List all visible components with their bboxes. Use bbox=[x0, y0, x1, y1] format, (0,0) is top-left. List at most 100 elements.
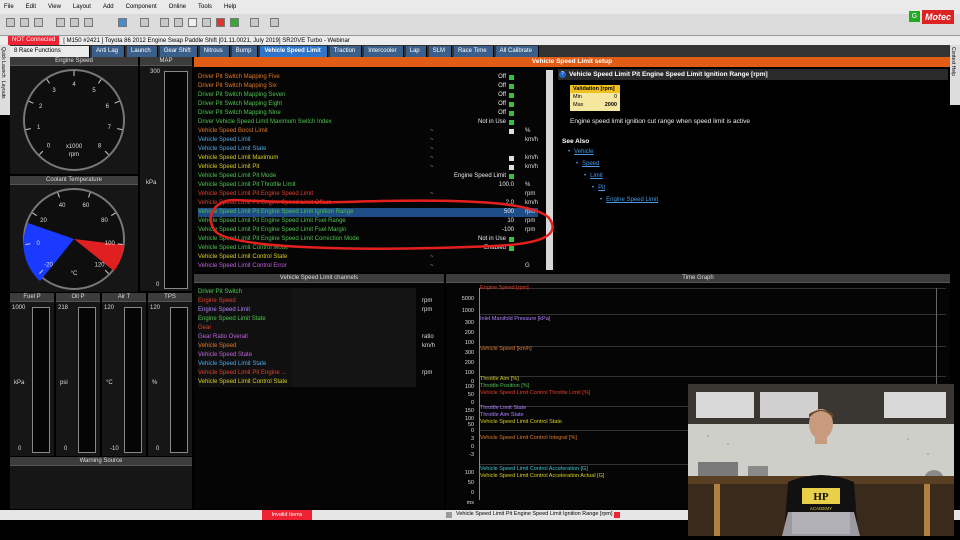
red-annotation-circle bbox=[209, 198, 554, 250]
channel-row[interactable]: Vehicle Speed State bbox=[196, 351, 440, 360]
context-help-tab[interactable]: Context Help bbox=[950, 45, 956, 76]
channel-name: Engine Speed Limit bbox=[198, 306, 292, 315]
status-selected: Vehicle Speed Limit Pit Engine Speed Lim… bbox=[456, 511, 613, 517]
time-graph-tick: 100 bbox=[464, 470, 474, 476]
tab-8-race-functions[interactable]: 8 Race Functions bbox=[10, 45, 90, 57]
time-graph-tick: ms bbox=[466, 500, 474, 506]
channel-name: Vehicle Speed Limit Pit Engine ... bbox=[198, 369, 292, 378]
see-also-link[interactable]: Vehicle bbox=[574, 149, 593, 155]
tab-lap[interactable]: Lap bbox=[405, 45, 427, 57]
settings-icon[interactable] bbox=[250, 18, 259, 27]
invalid-items-button[interactable]: Invalid Items bbox=[262, 510, 312, 520]
menu-component[interactable]: Component bbox=[126, 4, 157, 10]
channel-row[interactable]: Vehicle Speed Limit Control State bbox=[196, 378, 440, 387]
tab-launch[interactable]: Launch bbox=[127, 45, 158, 57]
menu-file[interactable]: File bbox=[4, 4, 14, 10]
see-also-link[interactable]: Speed bbox=[582, 161, 599, 167]
channel-row[interactable]: Gear bbox=[196, 324, 440, 333]
time-graph-channel-label: Engine Speed [rpm] bbox=[480, 285, 529, 291]
menu-layout[interactable]: Layout bbox=[73, 4, 91, 10]
channel-value-cell bbox=[292, 297, 416, 306]
open-icon[interactable] bbox=[20, 18, 29, 27]
status-item-icon bbox=[446, 512, 452, 518]
channel-row[interactable]: Gear Ratio Overall ratio bbox=[196, 333, 440, 342]
channel-unit: km/h bbox=[422, 343, 436, 349]
dial-tick-label: 100 bbox=[105, 241, 116, 247]
menu-help[interactable]: Help bbox=[224, 4, 236, 10]
bullet-icon: • bbox=[600, 197, 603, 203]
tab-anti-lag[interactable]: Anti Lag bbox=[92, 45, 126, 57]
help-icon[interactable] bbox=[270, 18, 279, 27]
bar-gauge-track bbox=[78, 307, 96, 453]
time-graph-channel-label: Vehicle Speed Limit Control Acceleration… bbox=[480, 473, 605, 479]
tab-slm[interactable]: SLM bbox=[428, 45, 452, 57]
help-description: Engine speed limit ignition cut range wh… bbox=[570, 118, 750, 125]
coolant-dial: -2002040 6080100120 °C bbox=[23, 188, 125, 290]
bullet-icon: • bbox=[576, 161, 579, 167]
quick-launch-tab[interactable]: Quick Launch bbox=[0, 45, 6, 79]
stop-icon[interactable] bbox=[216, 18, 225, 27]
dial-tick-mark bbox=[25, 243, 31, 245]
see-also-link[interactable]: Pit bbox=[598, 185, 605, 191]
map-unit: kPa bbox=[146, 180, 157, 186]
go-online-icon[interactable] bbox=[230, 18, 239, 27]
motec-logo: Motec bbox=[922, 10, 954, 24]
channel-row[interactable]: Engine Speed Limit rpm bbox=[196, 306, 440, 315]
menu-view[interactable]: View bbox=[48, 4, 61, 10]
tab-nitrous[interactable]: Nitrous bbox=[199, 45, 230, 57]
rpm-unit-top: x1000 bbox=[66, 144, 83, 150]
paste-icon[interactable] bbox=[84, 18, 93, 27]
redo-icon[interactable] bbox=[140, 18, 149, 27]
tab-intercooler[interactable]: Intercooler bbox=[364, 45, 404, 57]
channel-row[interactable]: Vehicle Speed km/h bbox=[196, 342, 440, 351]
bullet-icon: • bbox=[592, 185, 595, 191]
undo-icon[interactable] bbox=[118, 18, 127, 27]
menu-tools[interactable]: Tools bbox=[198, 4, 212, 10]
tab-gear-shift[interactable]: Gear Shift bbox=[159, 45, 198, 57]
shirt-subtext: ACADEMY bbox=[810, 506, 832, 511]
time-graph-channel-label: Vehicle Speed Limit Control Integral [%] bbox=[480, 435, 577, 441]
channel-row[interactable]: Engine Speed Limit State bbox=[196, 315, 440, 324]
cut-icon[interactable] bbox=[56, 18, 65, 27]
bar-gauge-top: 120 bbox=[104, 305, 115, 311]
see-also-item: • Engine Speed Limit bbox=[600, 197, 658, 203]
bar-gauge-bottom: -10 bbox=[110, 446, 119, 452]
time-graph-tick: 200 bbox=[464, 360, 474, 366]
map-title: MAP bbox=[140, 57, 192, 66]
time-graph-lane-divider bbox=[480, 314, 946, 315]
tab-bump[interactable]: Bump bbox=[231, 45, 259, 57]
tab-race-time[interactable]: Race Time bbox=[453, 45, 494, 57]
save-icon[interactable] bbox=[34, 18, 43, 27]
status-close-icon[interactable] bbox=[614, 512, 620, 518]
new-icon[interactable] bbox=[6, 18, 15, 27]
bar-gauge-track bbox=[124, 307, 142, 453]
see-also-link[interactable]: Engine Speed Limit bbox=[606, 197, 658, 203]
dial-tick-label: 40 bbox=[59, 203, 66, 209]
dial-tick-mark bbox=[117, 243, 123, 245]
find-icon[interactable] bbox=[188, 18, 197, 27]
channel-row[interactable]: Engine Speed rpm bbox=[196, 297, 440, 306]
min-value: 0 bbox=[613, 94, 617, 100]
calc-icon[interactable] bbox=[202, 18, 211, 27]
print-icon[interactable] bbox=[174, 18, 183, 27]
tab-vehicle-speed-limit[interactable]: Vehicle Speed Limit bbox=[260, 45, 328, 57]
bar-gauge-title: Oil P bbox=[56, 293, 100, 302]
copy-icon[interactable] bbox=[70, 18, 79, 27]
channel-row[interactable]: Driver Pit Switch bbox=[196, 288, 440, 297]
not-connected-badge[interactable]: NOT Connected bbox=[8, 36, 60, 45]
layouts-tab[interactable]: Layouts bbox=[0, 79, 6, 109]
channel-row[interactable]: Vehicle Speed Limit State bbox=[196, 360, 440, 369]
tab-traction[interactable]: Traction bbox=[329, 45, 363, 57]
compare-icon[interactable] bbox=[160, 18, 169, 27]
tab-all-calibrate[interactable]: All Calibrate bbox=[495, 45, 540, 57]
rpm-unit: rpm bbox=[69, 152, 79, 158]
menu-add[interactable]: Add bbox=[103, 4, 114, 10]
bar-gauge-title: TPS bbox=[148, 293, 192, 302]
see-also-link[interactable]: Limit bbox=[590, 173, 603, 179]
channel-row[interactable]: Vehicle Speed Limit Pit Engine ... rpm bbox=[196, 369, 440, 378]
time-graph-tick: 300 bbox=[464, 350, 474, 356]
menu-online[interactable]: Online bbox=[169, 4, 186, 10]
right-side-tabs: Context Help bbox=[950, 45, 960, 105]
left-side-tabs: Quick Launch Layouts bbox=[0, 45, 10, 115]
menu-edit[interactable]: Edit bbox=[26, 4, 36, 10]
